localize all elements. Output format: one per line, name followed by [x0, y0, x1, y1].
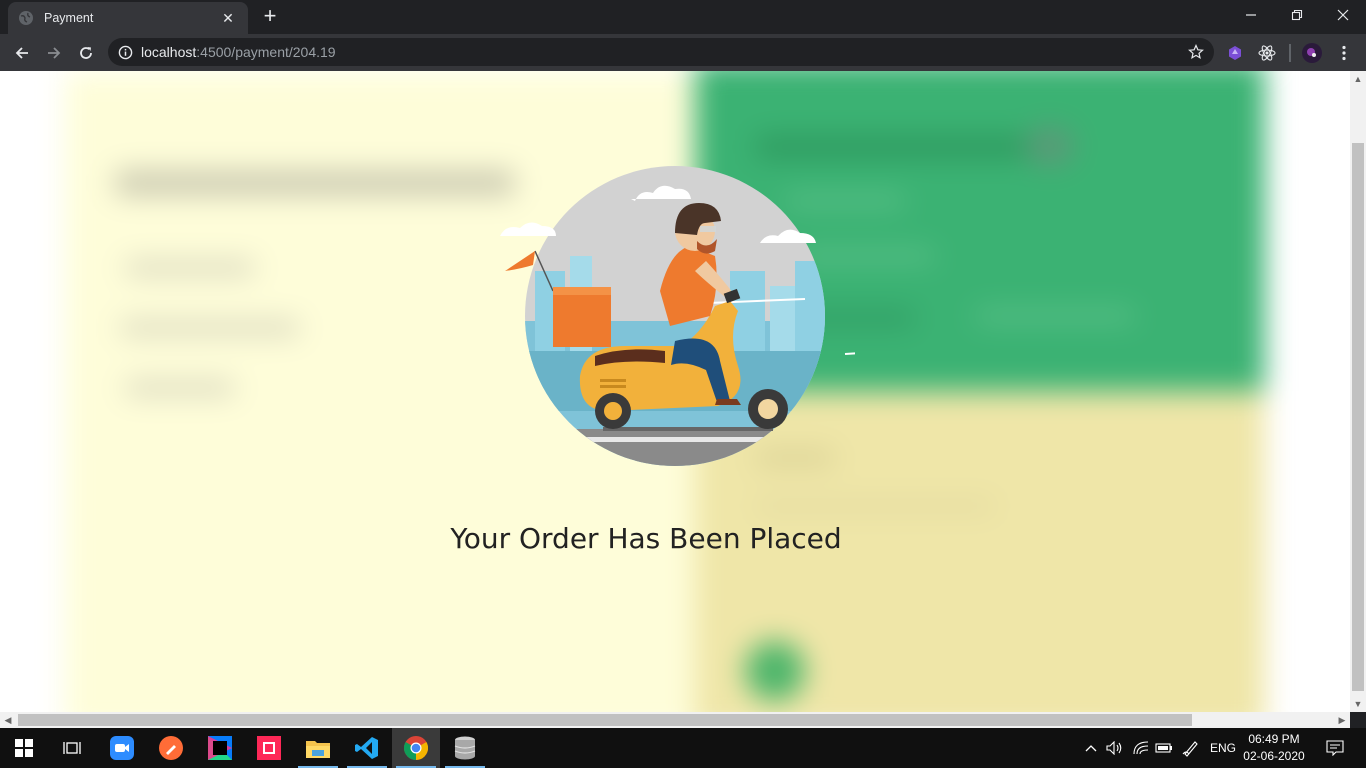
chrome-app[interactable] — [392, 728, 440, 768]
wifi-icon[interactable] — [1130, 728, 1152, 768]
info-icon[interactable] — [118, 45, 133, 60]
browser-toolbar: localhost:4500/payment/204.19 — [0, 34, 1366, 71]
windows-logo-icon — [15, 739, 33, 757]
task-view-icon — [63, 742, 81, 754]
reload-icon — [80, 47, 92, 59]
scroll-left-icon[interactable]: ◀ — [0, 712, 16, 728]
order-placed-heading: Your Order Has Been Placed — [450, 522, 842, 555]
language-indicator[interactable]: ENG — [1206, 728, 1240, 768]
scroll-up-icon[interactable]: ▲ — [1350, 71, 1366, 87]
url-host: localhost — [141, 44, 197, 60]
tab-title: Payment — [44, 11, 94, 25]
toolbox-app[interactable] — [245, 728, 293, 768]
vertical-scrollbar[interactable]: ▲ ▼ — [1350, 71, 1366, 712]
zoom-icon — [110, 736, 134, 760]
reload-button[interactable] — [72, 39, 100, 67]
toolbox-icon — [257, 736, 281, 760]
show-hidden-icons-chevron-icon[interactable] — [1082, 728, 1100, 768]
menu-kebab-icon[interactable] — [1334, 43, 1354, 63]
clock-time: 06:49 PM — [1248, 732, 1300, 746]
restore-button[interactable] — [1274, 0, 1320, 30]
delivery-scooter-illustration — [500, 166, 855, 466]
vscode-icon — [355, 737, 378, 759]
arrow-right-icon — [48, 47, 61, 59]
profile-avatar[interactable] — [1302, 43, 1322, 63]
minimize-button[interactable] — [1228, 0, 1274, 30]
vertical-scroll-thumb[interactable] — [1352, 143, 1364, 691]
vscode-app[interactable] — [343, 728, 391, 768]
back-button[interactable] — [8, 39, 36, 67]
battery-icon[interactable] — [1153, 728, 1175, 768]
scroll-down-icon[interactable]: ▼ — [1350, 696, 1366, 712]
close-window-button[interactable] — [1320, 0, 1366, 30]
task-view-button[interactable] — [48, 728, 96, 768]
page-viewport: Your Order Has Been Placed — [0, 71, 1350, 712]
zoom-app[interactable] — [98, 728, 146, 768]
close-icon — [1337, 9, 1349, 21]
globe-icon — [19, 11, 33, 25]
toolbar-divider — [1289, 44, 1291, 62]
extension-graphql-icon[interactable] — [1225, 43, 1245, 63]
forward-button[interactable] — [40, 39, 68, 67]
url-path: :4500/payment/204.19 — [196, 44, 336, 60]
tab-strip: Payment ✕ + — [0, 0, 1366, 34]
system-clock[interactable]: 06:49 PM 02-06-2020 — [1238, 731, 1310, 765]
minimize-icon — [1246, 14, 1256, 16]
horizontal-scroll-thumb[interactable] — [18, 714, 1192, 726]
arrow-left-icon — [15, 47, 28, 59]
chrome-icon — [404, 736, 428, 760]
browser-tab[interactable]: Payment ✕ — [8, 2, 248, 34]
restore-icon — [1291, 9, 1303, 21]
volume-icon[interactable] — [1103, 728, 1127, 768]
windows-taskbar: ENG 06:49 PM 02-06-2020 — [0, 728, 1366, 768]
file-explorer-app[interactable] — [294, 728, 342, 768]
address-bar[interactable]: localhost:4500/payment/204.19 — [108, 38, 1214, 66]
jetbrains-app[interactable] — [196, 728, 244, 768]
folder-icon — [306, 741, 330, 758]
database-app[interactable] — [441, 728, 489, 768]
pen-workspace-icon[interactable] — [1179, 728, 1203, 768]
database-icon — [454, 736, 476, 760]
windows-start-button[interactable] — [0, 728, 48, 768]
bookmark-star-icon[interactable] — [1188, 44, 1204, 60]
clock-date: 02-06-2020 — [1243, 749, 1305, 763]
postman-icon — [159, 736, 183, 760]
extension-react-icon[interactable] — [1257, 43, 1277, 63]
jetbrains-icon — [208, 736, 232, 760]
action-center-icon[interactable] — [1318, 728, 1352, 768]
postman-app[interactable] — [147, 728, 195, 768]
new-tab-button[interactable]: + — [258, 4, 282, 28]
horizontal-scrollbar[interactable]: ◀ ▶ — [0, 712, 1350, 728]
tab-close-icon[interactable]: ✕ — [218, 10, 238, 27]
scroll-right-icon[interactable]: ▶ — [1334, 712, 1350, 728]
